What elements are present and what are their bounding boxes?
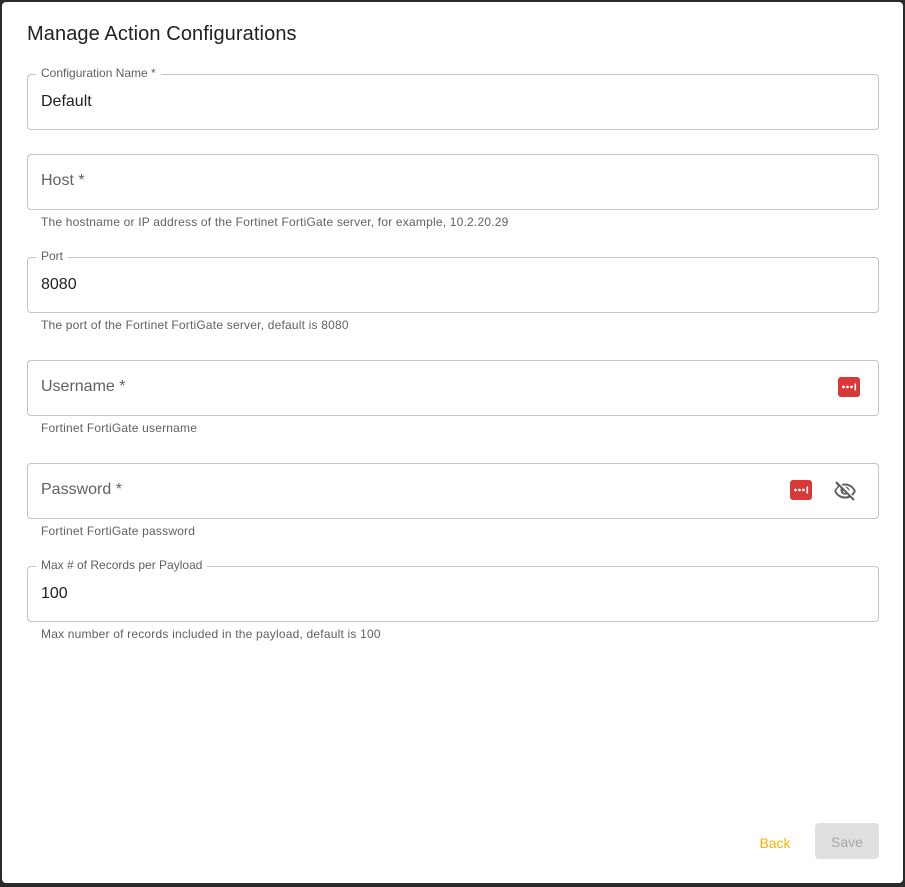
username-label: Username * xyxy=(41,378,126,395)
host-label: Host * xyxy=(41,172,85,189)
max-records-label: Max # of Records per Payload xyxy=(36,558,208,573)
max-records-helper-text: Max number of records included in the pa… xyxy=(41,627,381,641)
manage-action-configurations-dialog: Manage Action Configurations Configurati… xyxy=(2,2,903,883)
max-records-outline xyxy=(27,566,879,622)
host-helper-text: The hostname or IP address of the Fortin… xyxy=(41,215,509,229)
eye-off-icon[interactable] xyxy=(833,479,857,503)
password-field[interactable]: Password * xyxy=(27,463,879,519)
config-name-input[interactable]: Default xyxy=(41,92,92,112)
password-outline xyxy=(27,463,879,519)
config-name-field[interactable]: Configuration Name * Default xyxy=(27,66,879,130)
max-records-field[interactable]: Max # of Records per Payload 100 xyxy=(27,558,879,622)
port-outline xyxy=(27,257,879,313)
username-helper-text: Fortinet FortiGate username xyxy=(41,421,198,435)
port-input[interactable]: 8080 xyxy=(41,275,77,295)
port-field[interactable]: Port 8080 xyxy=(27,249,879,313)
back-button[interactable]: Back xyxy=(746,825,804,859)
dialog-title: Manage Action Configurations xyxy=(27,23,297,45)
username-outline xyxy=(27,360,879,416)
host-field[interactable]: Host * xyxy=(27,154,879,210)
host-outline xyxy=(27,154,879,210)
port-helper-text: The port of the Fortinet FortiGate serve… xyxy=(41,318,349,332)
password-manager-icon[interactable] xyxy=(838,377,860,397)
password-manager-icon[interactable] xyxy=(790,480,812,500)
save-button[interactable]: Save xyxy=(815,823,879,859)
config-name-outline xyxy=(27,74,879,130)
port-label: Port xyxy=(36,249,69,264)
max-records-input[interactable]: 100 xyxy=(41,584,68,604)
password-label: Password * xyxy=(41,481,122,498)
password-helper-text: Fortinet FortiGate password xyxy=(41,524,196,538)
username-field[interactable]: Username * xyxy=(27,360,879,416)
config-name-label: Configuration Name * xyxy=(36,66,161,81)
